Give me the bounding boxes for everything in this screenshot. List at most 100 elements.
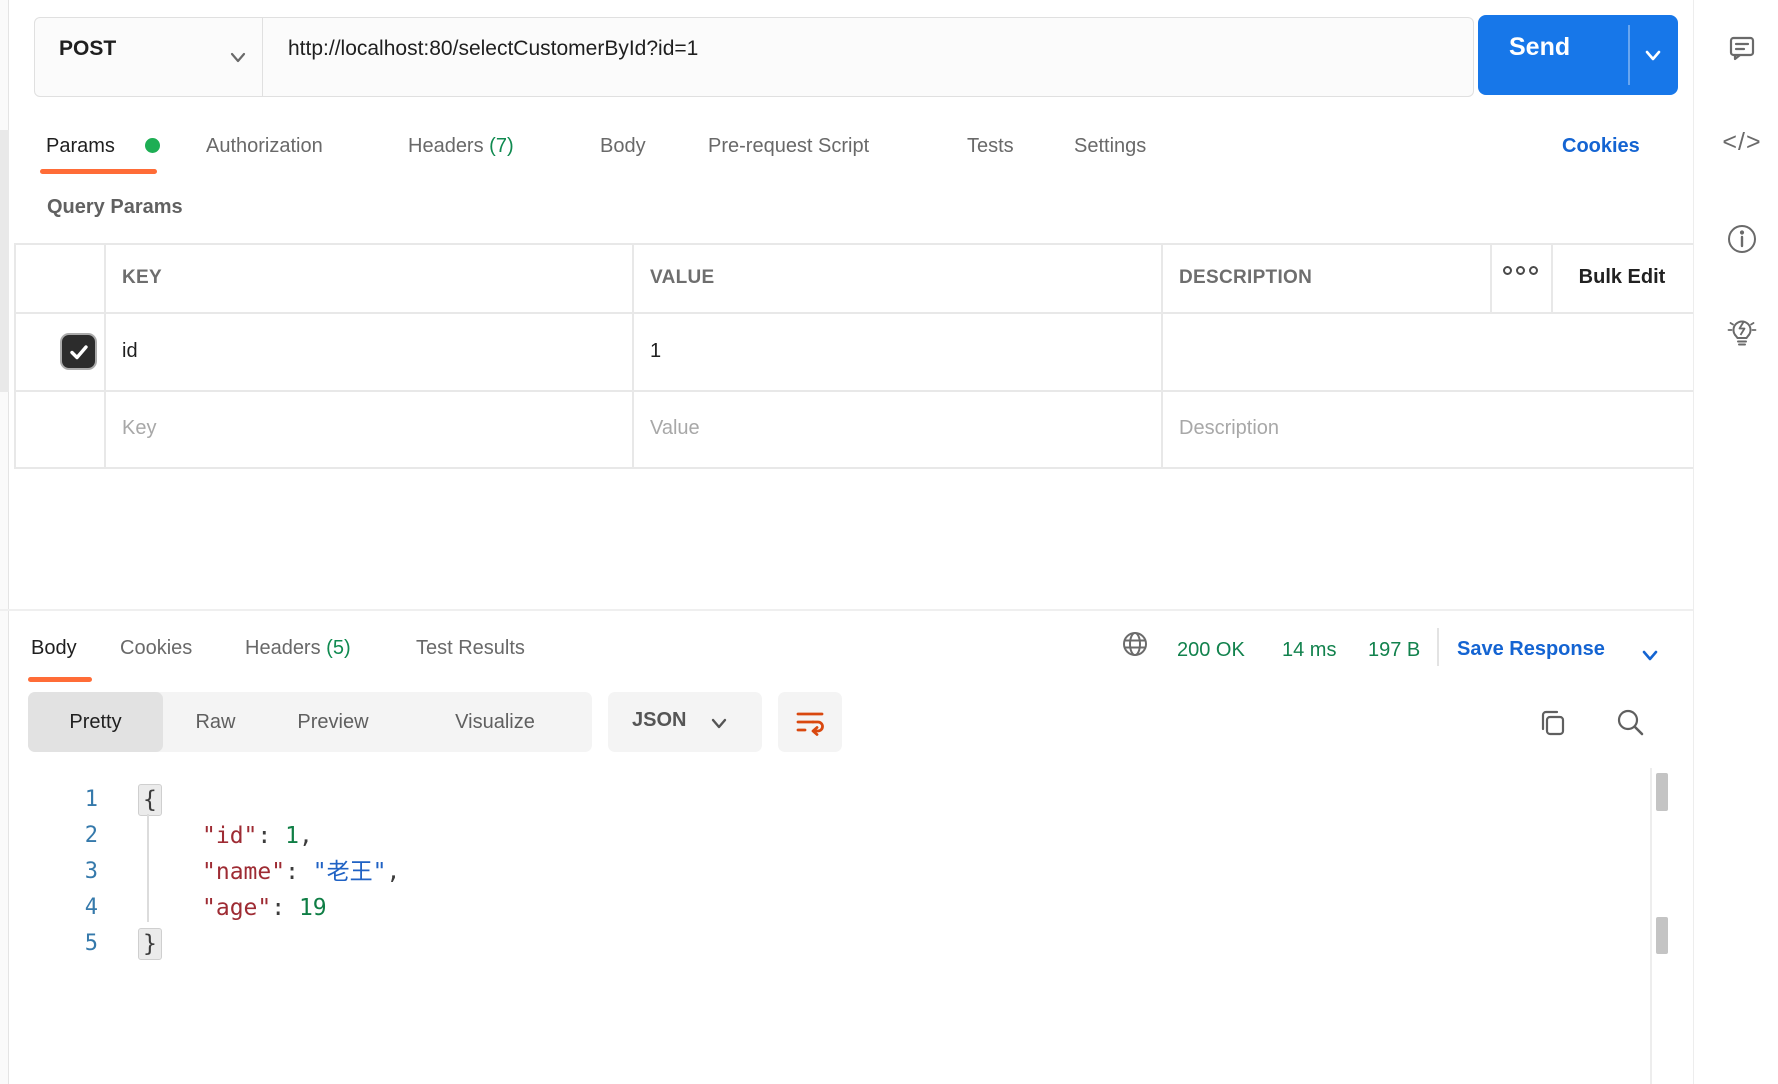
postman-request-window: POST http://localhost:80/selectCustomerB… bbox=[0, 0, 1778, 1084]
view-tab-pretty[interactable]: Pretty bbox=[28, 692, 163, 752]
tab-headers-count: (7) bbox=[489, 135, 514, 157]
view-tab-visualize-label: Visualize bbox=[455, 710, 535, 733]
lightbulb-icon[interactable] bbox=[1712, 312, 1772, 352]
json-key: "age" bbox=[202, 895, 272, 921]
bulk-edit-button[interactable]: Bulk Edit bbox=[1551, 266, 1693, 289]
line-number: 5 bbox=[84, 931, 98, 956]
globe-icon[interactable] bbox=[1121, 630, 1149, 658]
code-line-5[interactable]: } bbox=[138, 926, 162, 962]
param-key-cell[interactable]: id bbox=[122, 340, 138, 363]
view-tab-pretty-label: Pretty bbox=[69, 710, 122, 733]
response-active-tab-underline bbox=[28, 677, 92, 682]
tab-prerequest-script[interactable]: Pre-request Script bbox=[708, 135, 869, 158]
json-number-value: 1 bbox=[285, 823, 299, 849]
chevron-down-icon bbox=[230, 52, 246, 63]
format-select[interactable]: JSON bbox=[608, 692, 762, 752]
left-edge-scroll-segment bbox=[0, 130, 9, 392]
send-button-label: Send bbox=[1509, 33, 1571, 61]
info-icon[interactable] bbox=[1712, 219, 1772, 259]
save-response-chevron-icon[interactable] bbox=[1638, 646, 1662, 666]
context-sidebar bbox=[1693, 0, 1778, 1084]
json-string-value: "老王" bbox=[312, 859, 387, 885]
params-active-dot bbox=[145, 138, 160, 153]
response-section-divider bbox=[0, 609, 1693, 611]
format-select-label: JSON bbox=[632, 709, 687, 731]
code-area-border bbox=[1650, 768, 1652, 1084]
table-header-border bbox=[14, 312, 1693, 314]
fold-marker-close[interactable]: } bbox=[138, 928, 162, 960]
table-border-left bbox=[14, 243, 16, 467]
status-size[interactable]: 197 B bbox=[1368, 639, 1420, 662]
tab-tests[interactable]: Tests bbox=[967, 135, 1014, 158]
table-col-divider bbox=[1490, 243, 1492, 312]
json-colon: : bbox=[271, 895, 299, 921]
method-select[interactable]: POST bbox=[34, 17, 263, 97]
code-line-1[interactable]: { bbox=[138, 782, 162, 818]
table-col-divider bbox=[104, 243, 106, 467]
view-tab-preview[interactable]: Preview bbox=[268, 692, 398, 752]
chevron-down-icon bbox=[711, 718, 727, 729]
line-number: 3 bbox=[84, 859, 98, 884]
status-divider bbox=[1437, 628, 1439, 666]
tab-headers-label: Headers bbox=[408, 135, 484, 157]
tab-body[interactable]: Body bbox=[600, 135, 646, 158]
json-colon: : bbox=[285, 859, 313, 885]
search-icon[interactable] bbox=[1613, 706, 1647, 740]
status-code[interactable]: 200 OK bbox=[1177, 639, 1245, 662]
json-number-value: 19 bbox=[298, 895, 327, 921]
params-more-options-icon[interactable] bbox=[1490, 266, 1551, 275]
comment-icon[interactable] bbox=[1712, 28, 1772, 68]
view-tab-visualize[interactable]: Visualize bbox=[398, 692, 592, 752]
code-line-3[interactable]: "name": "老王", bbox=[202, 854, 400, 890]
cookies-link[interactable]: Cookies bbox=[1562, 135, 1640, 158]
url-input[interactable]: http://localhost:80/selectCustomerById?i… bbox=[263, 17, 1474, 97]
view-tab-raw-label: Raw bbox=[195, 710, 236, 733]
json-colon: : bbox=[257, 823, 286, 849]
scrollbar-thumb[interactable] bbox=[1656, 773, 1668, 811]
send-button[interactable]: Send bbox=[1478, 15, 1678, 95]
param-value-cell[interactable]: 1 bbox=[650, 340, 661, 363]
table-col-divider bbox=[632, 243, 634, 467]
indent-guide bbox=[147, 814, 149, 922]
column-header-value: VALUE bbox=[650, 267, 715, 288]
param-description-placeholder[interactable]: Description bbox=[1179, 417, 1279, 440]
response-tab-cookies[interactable]: Cookies bbox=[120, 637, 192, 660]
tab-settings[interactable]: Settings bbox=[1074, 135, 1146, 158]
wrap-lines-button[interactable] bbox=[778, 692, 842, 752]
table-row-border bbox=[14, 467, 1693, 469]
json-comma: , bbox=[386, 859, 401, 885]
method-label: POST bbox=[59, 37, 117, 60]
scrollbar-thumb[interactable] bbox=[1656, 917, 1668, 954]
checkmark-icon bbox=[69, 344, 88, 359]
save-response-button[interactable]: Save Response bbox=[1457, 638, 1605, 661]
code-line-4[interactable]: "age": 19 bbox=[202, 890, 327, 926]
column-header-description: DESCRIPTION bbox=[1179, 267, 1313, 288]
param-key-placeholder[interactable]: Key bbox=[122, 417, 156, 440]
copy-icon[interactable] bbox=[1535, 706, 1569, 740]
response-tab-headers-label: Headers bbox=[245, 637, 321, 659]
response-tab-headers-count: (5) bbox=[326, 637, 351, 659]
line-number: 2 bbox=[84, 823, 98, 848]
code-icon[interactable]: </> bbox=[1712, 122, 1772, 162]
response-tab-test-results[interactable]: Test Results bbox=[416, 637, 525, 660]
view-tab-raw[interactable]: Raw bbox=[163, 692, 268, 752]
response-tab-headers[interactable]: Headers (5) bbox=[245, 637, 351, 660]
tab-params[interactable]: Params bbox=[46, 135, 115, 158]
param-row-checkbox[interactable] bbox=[60, 333, 97, 370]
column-header-key: KEY bbox=[122, 267, 162, 288]
tab-authorization[interactable]: Authorization bbox=[206, 135, 323, 158]
table-border-top bbox=[14, 243, 1693, 245]
json-key: "name" bbox=[202, 859, 286, 885]
param-value-placeholder[interactable]: Value bbox=[650, 417, 700, 440]
dot bbox=[1516, 266, 1525, 275]
table-row-border bbox=[14, 390, 1693, 392]
dot bbox=[1503, 266, 1512, 275]
json-key: "id" bbox=[202, 823, 258, 849]
tab-headers[interactable]: Headers (7) bbox=[408, 135, 514, 158]
fold-marker-open[interactable]: { bbox=[138, 784, 162, 816]
url-text: http://localhost:80/selectCustomerById?i… bbox=[288, 37, 699, 60]
status-time[interactable]: 14 ms bbox=[1282, 639, 1336, 662]
response-tab-body[interactable]: Body bbox=[31, 637, 77, 660]
send-options-chevron-icon[interactable] bbox=[1636, 43, 1670, 69]
code-line-2[interactable]: "id": 1, bbox=[202, 818, 313, 854]
